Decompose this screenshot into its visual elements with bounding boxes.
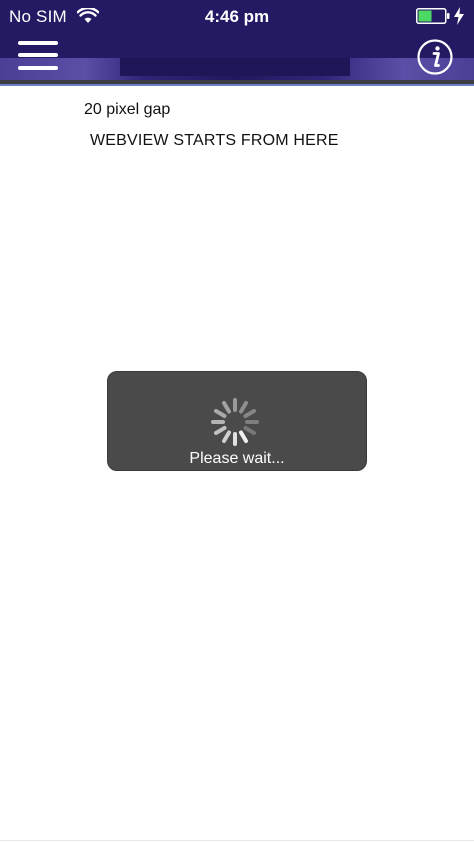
header-divider-accent: [0, 84, 474, 86]
loading-message: Please wait...: [189, 450, 285, 467]
nav-bar-title-area: [120, 58, 350, 76]
bottom-divider: [0, 840, 474, 841]
status-time: 4:46 pm: [204, 7, 270, 26]
battery-icon: [416, 8, 450, 24]
status-bar: No SIM 4:46 pm: [0, 0, 474, 34]
charging-bolt-icon: [454, 7, 464, 25]
info-icon[interactable]: [416, 38, 454, 76]
hamburger-menu-icon[interactable]: [18, 40, 58, 72]
spinner-icon: [211, 398, 259, 446]
gap-label: 20 pixel gap: [84, 101, 171, 118]
webview-start-label: WEBVIEW STARTS FROM HERE: [90, 132, 339, 149]
